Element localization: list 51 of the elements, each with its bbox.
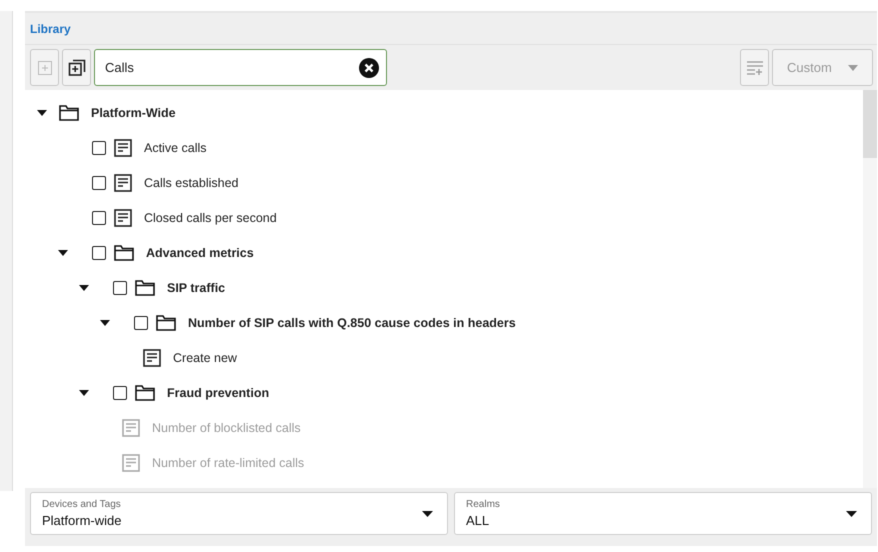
- add-copy-button[interactable]: [62, 49, 91, 86]
- select-label: Realms: [466, 499, 500, 510]
- clear-icon[interactable]: [359, 58, 379, 78]
- expanded-caret-icon[interactable]: [37, 110, 47, 116]
- expanded-caret-icon[interactable]: [100, 320, 110, 326]
- list-plus-icon: [746, 60, 764, 76]
- folder-icon: [59, 104, 79, 120]
- folder-icon: [135, 384, 155, 400]
- checkbox[interactable]: [92, 140, 106, 154]
- document-icon: [114, 174, 132, 192]
- tree-item[interactable]: Calls established: [144, 176, 238, 190]
- expanded-caret-icon[interactable]: [58, 250, 68, 256]
- checkbox[interactable]: [113, 386, 127, 400]
- expanded-caret-icon[interactable]: [79, 284, 89, 290]
- stacked-plus-icon: [68, 58, 86, 76]
- checkbox[interactable]: [92, 246, 106, 260]
- tree-item[interactable]: Create new: [173, 350, 237, 364]
- tree-item[interactable]: Advanced metrics: [146, 246, 254, 260]
- caret-icon: [422, 510, 433, 516]
- tree-item[interactable]: Active calls: [144, 140, 207, 154]
- scroll-thumb[interactable]: [863, 90, 877, 158]
- expanded-caret-icon[interactable]: [79, 390, 89, 396]
- select-label: Devices and Tags: [42, 499, 122, 510]
- select-value: ALL: [466, 513, 490, 528]
- plus-square-icon: [38, 60, 52, 74]
- filter-select[interactable]: Realms ALL: [454, 492, 872, 535]
- checkbox[interactable]: [92, 176, 106, 190]
- caret-icon: [846, 510, 857, 516]
- folder-icon: [156, 314, 176, 330]
- filter-select[interactable]: Devices and Tags Platform-wide: [30, 492, 448, 535]
- tree-item[interactable]: Fraud prevention: [167, 386, 270, 400]
- scrollbar[interactable]: [863, 90, 877, 488]
- document-icon: [122, 454, 140, 472]
- document-icon: [122, 418, 140, 436]
- checkbox[interactable]: [113, 280, 127, 294]
- tree-item[interactable]: Closed calls per second: [144, 210, 277, 224]
- panel-title: Library: [25, 13, 877, 45]
- checkbox[interactable]: [134, 316, 148, 330]
- tree-item[interactable]: SIP traffic: [167, 280, 226, 294]
- checkbox[interactable]: [92, 210, 106, 224]
- tree-item[interactable]: Number of SIP calls with Q.850 cause codes in headers: [188, 316, 516, 330]
- search-field[interactable]: Calls: [94, 49, 387, 86]
- folder-icon: [135, 280, 155, 296]
- document-icon: [114, 208, 132, 226]
- document-icon: [114, 138, 132, 156]
- document-icon: [143, 348, 161, 366]
- tree-item[interactable]: Platform-Wide: [91, 106, 176, 120]
- add-list-button[interactable]: [740, 49, 769, 86]
- select-value: Platform-wide: [42, 513, 122, 528]
- folder-icon: [114, 244, 134, 260]
- caret-icon: [848, 64, 858, 70]
